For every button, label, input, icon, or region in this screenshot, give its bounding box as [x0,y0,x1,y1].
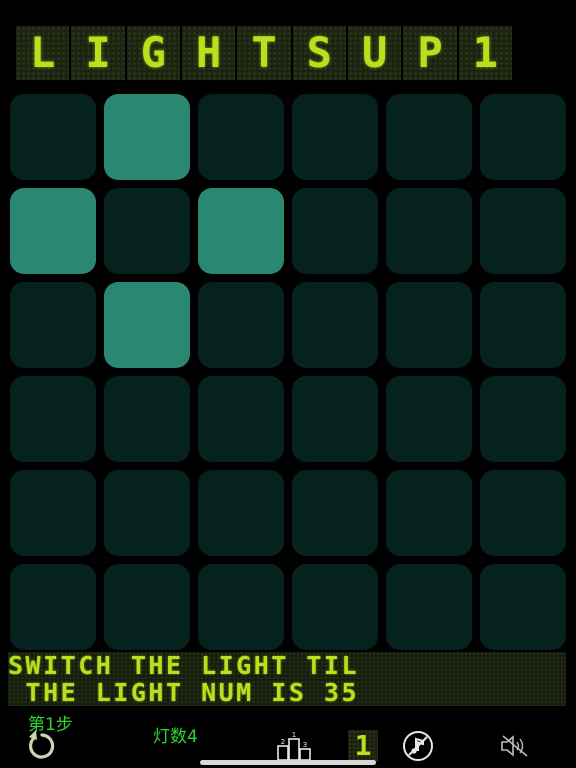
light-tile-3-2[interactable] [198,376,284,462]
game-screen: L I G H T S U P 1 SWITCH THE LIGHT TIL T… [0,0,576,768]
light-tile-5-2[interactable] [198,564,284,650]
light-tile-1-3[interactable] [292,188,378,274]
svg-text:3: 3 [303,741,307,749]
light-tile-0-0[interactable] [10,94,96,180]
light-tile-2-0[interactable] [10,282,96,368]
light-tile-0-5[interactable] [480,94,566,180]
light-tile-5-0[interactable] [10,564,96,650]
light-tile-4-1[interactable] [104,470,190,556]
light-tile-0-3[interactable] [292,94,378,180]
undo-icon[interactable] [26,728,58,762]
light-tile-1-5[interactable] [480,188,566,274]
light-tile-5-4[interactable] [386,564,472,650]
instruction-line-2: THE LIGHT NUM IS 35 [8,678,360,707]
light-tile-3-1[interactable] [104,376,190,462]
title-letter: U [347,26,402,80]
title-letter: P [403,26,457,80]
light-grid [10,94,566,650]
light-tile-5-1[interactable] [104,564,190,650]
light-tile-1-1[interactable] [104,188,190,274]
svg-text:1: 1 [292,731,296,739]
instruction-line-1: SWITCH THE LIGHT TIL [8,651,360,680]
light-tile-2-2[interactable] [198,282,284,368]
light-tile-4-2[interactable] [198,470,284,556]
light-tile-4-4[interactable] [386,470,472,556]
light-tile-3-5[interactable] [480,376,566,462]
title-letter: 1 [458,26,512,80]
instruction-led-display: SWITCH THE LIGHT TIL THE LIGHT NUM IS 35 [8,652,566,706]
title-letter: L [16,26,70,80]
title-letter: H [181,26,236,80]
light-tile-0-1[interactable] [104,94,190,180]
light-tile-2-3[interactable] [292,282,378,368]
title-led-display: L I G H T S U P 1 [16,26,512,80]
light-tile-5-5[interactable] [480,564,566,650]
podium-icon[interactable]: 2 1 3 [277,730,311,762]
light-tile-3-0[interactable] [10,376,96,462]
light-tile-3-4[interactable] [386,376,472,462]
music-off-icon[interactable] [402,730,434,762]
light-tile-1-0[interactable] [10,188,96,274]
title-letter: G [126,26,180,80]
lights-counter: 灯数4 [153,727,198,747]
light-tile-4-3[interactable] [292,470,378,556]
light-tile-2-4[interactable] [386,282,472,368]
level-selector[interactable]: 1 [348,730,378,762]
light-tile-0-2[interactable] [198,94,284,180]
light-tile-1-4[interactable] [386,188,472,274]
light-tile-1-2[interactable] [198,188,284,274]
title-letter: I [71,26,125,80]
light-tile-2-5[interactable] [480,282,566,368]
light-tile-4-0[interactable] [10,470,96,556]
light-tile-2-1[interactable] [104,282,190,368]
light-tile-5-3[interactable] [292,564,378,650]
svg-text:2: 2 [281,738,285,746]
sound-off-icon[interactable] [500,734,530,758]
light-tile-4-5[interactable] [480,470,566,556]
light-tile-0-4[interactable] [386,94,472,180]
home-indicator[interactable] [200,760,376,765]
light-tile-3-3[interactable] [292,376,378,462]
title-letter: S [292,26,346,80]
title-letter: T [237,26,291,80]
